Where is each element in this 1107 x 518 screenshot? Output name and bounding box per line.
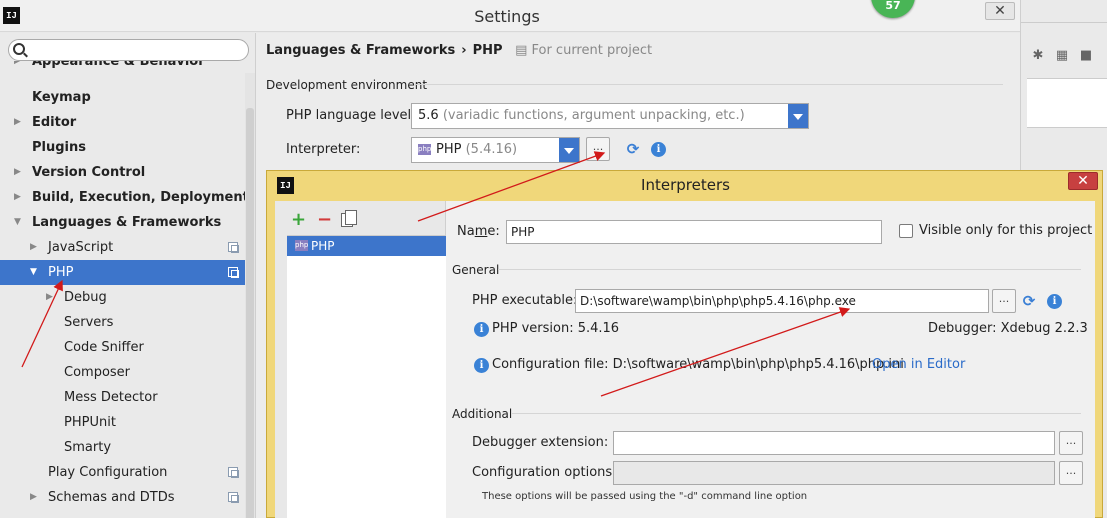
sidebar-item-editor[interactable]: ▶ Editor — [0, 110, 245, 135]
php-language-level-label: PHP language level: — [286, 108, 416, 123]
info-icon[interactable]: i — [651, 142, 666, 157]
info-icon[interactable]: i — [1047, 294, 1062, 309]
interpreter-select[interactable]: php PHP (5.4.16) — [411, 137, 580, 163]
dialog-close-button[interactable]: ✕ — [1068, 172, 1098, 190]
php-executable-label: PHP executable: — [472, 293, 578, 308]
sidebar-item-appearance[interactable]: ▶ Appearance & Behavior — [0, 61, 245, 74]
sidebar-item-smarty[interactable]: Smarty — [0, 435, 245, 460]
php-language-level-select[interactable]: 5.6 (variadic functions, argument unpack… — [411, 103, 809, 129]
executable-browse-button[interactable]: ... — [992, 289, 1016, 313]
sidebar-item-javascript[interactable]: ▶ JavaScript — [0, 235, 245, 260]
php-version-text: PHP version: 5.4.16 — [492, 321, 620, 336]
refresh-icon[interactable]: ⟳ — [625, 141, 641, 157]
open-in-editor-link[interactable]: Open in Editor — [872, 357, 965, 372]
interpreters-dialog: IJ Interpreters ✕ + − php PHP Name: PHP V… — [266, 170, 1103, 518]
chevron-right-icon: ▶ — [30, 242, 37, 252]
copy-icon[interactable] — [341, 210, 357, 227]
sidebar-item-plugins[interactable]: Plugins — [0, 135, 245, 160]
chevron-down-icon[interactable] — [559, 138, 579, 162]
php-icon: php — [295, 240, 309, 251]
project-scope-icon — [228, 467, 239, 478]
debugger-extension-input[interactable] — [613, 431, 1055, 455]
info-icon: i — [474, 322, 489, 337]
chevron-down-icon: ▼ — [14, 217, 21, 227]
sidebar-item-php[interactable]: ▼ PHP — [0, 260, 245, 285]
chevron-down-icon: ▼ — [30, 267, 37, 277]
sidebar-item-servers[interactable]: Servers — [0, 310, 245, 335]
sidebar-item-version-control[interactable]: ▶ Version Control — [0, 160, 245, 185]
sidebar-item-composer[interactable]: Composer — [0, 360, 245, 385]
general-section-title: General — [452, 263, 500, 277]
name-label: Name: — [457, 224, 500, 239]
interpreters-dialog-body: + − php PHP Name: PHP Visible only for th… — [275, 201, 1095, 518]
add-icon[interactable]: + — [291, 211, 306, 229]
project-scope-icon — [228, 242, 239, 253]
sidebar-item-code-sniffer[interactable]: Code Sniffer — [0, 335, 245, 360]
bug-icon[interactable]: ✱ — [1031, 49, 1045, 63]
chevron-right-icon: ▶ — [14, 117, 21, 127]
settings-sidebar: ▶ Appearance & Behavior Keymap ▶ Editor Pl… — [0, 33, 256, 518]
stop-icon[interactable]: ■ — [1079, 49, 1093, 63]
additional-section-title: Additional — [452, 407, 513, 421]
interpreter-browse-button[interactable]: ... — [586, 137, 610, 161]
debugger-extension-browse-button[interactable]: ... — [1059, 431, 1083, 455]
visible-only-label: Visible only for this project — [919, 223, 1093, 238]
interpreter-list-panel: + − php PHP — [275, 201, 446, 518]
configuration-options-browse-button[interactable]: ... — [1059, 461, 1083, 485]
settings-tree: ▶ Appearance & Behavior Keymap ▶ Editor Pl… — [0, 61, 245, 518]
sidebar-item-debug[interactable]: ▶ Debug — [0, 285, 245, 310]
debugger-extension-label: Debugger extension: — [472, 435, 609, 450]
interpreter-detail: Name: PHP Visible only for this project … — [446, 201, 1095, 518]
project-scope-icon — [228, 267, 239, 278]
info-icon: i — [474, 358, 489, 373]
settings-titlebar: IJ Settings ✕ — [0, 0, 1020, 32]
interpreter-list: php PHP — [287, 235, 446, 518]
configuration-options-note: These options will be passed using the "… — [482, 491, 808, 502]
chevron-down-icon[interactable] — [788, 104, 808, 128]
configuration-options-input[interactable] — [613, 461, 1055, 485]
chevron-right-icon: ▶ — [14, 192, 21, 202]
chevron-right-icon: ▶ — [30, 492, 37, 502]
configuration-options-label: Configuration options: — [472, 465, 617, 480]
config-file-text: Configuration file: D:\software\wamp\bin… — [492, 357, 904, 372]
remove-icon[interactable]: − — [317, 211, 332, 229]
debugger-version-text: Debugger: Xdebug 2.2.3 — [928, 321, 1088, 336]
interpreter-label: Interpreter: — [286, 142, 361, 157]
project-scope-icon — [228, 492, 239, 503]
sidebar-scrollbar[interactable] — [245, 73, 255, 518]
sidebar-item-schemas[interactable]: ▶ Schemas and DTDs — [0, 485, 245, 510]
php-icon: php — [418, 144, 432, 155]
settings-close-button[interactable]: ✕ — [985, 2, 1015, 20]
debug-settings-icon[interactable]: ▦ — [1055, 49, 1069, 63]
chevron-right-icon: ▶ — [14, 167, 21, 177]
list-item[interactable]: php PHP — [287, 236, 446, 256]
sidebar-item-build[interactable]: ▶ Build, Execution, Deployment — [0, 185, 245, 210]
chevron-right-icon: ▶ — [14, 61, 21, 66]
toolbar-divider-icon: | — [1101, 49, 1107, 63]
php-executable-input[interactable]: D:\software\wamp\bin\php\php5.4.16\php.e… — [575, 289, 989, 313]
breadcrumb: Languages & Frameworks › PHP ▤ For current… — [266, 43, 653, 58]
visible-only-checkbox[interactable] — [899, 224, 913, 238]
settings-search-input[interactable] — [8, 39, 249, 61]
interpreters-dialog-title: Interpreters — [641, 176, 730, 194]
for-current-project-label: ▤ For current project — [515, 43, 653, 58]
search-icon — [13, 43, 25, 55]
sidebar-item-languages[interactable]: ▼ Languages & Frameworks — [0, 210, 245, 235]
sidebar-item-mess-detector[interactable]: Mess Detector — [0, 385, 245, 410]
sidebar-item-play-configuration[interactable]: Play Configuration — [0, 460, 245, 485]
interpreter-name-input[interactable]: PHP — [506, 220, 882, 244]
sidebar-item-phpunit[interactable]: PHPUnit — [0, 410, 245, 435]
refresh-icon[interactable]: ⟳ — [1021, 293, 1037, 309]
sidebar-item-keymap[interactable]: Keymap — [0, 85, 245, 110]
chevron-right-icon: ▶ — [46, 292, 53, 302]
settings-title: Settings — [474, 7, 540, 26]
dev-env-section-title: Development environment — [266, 78, 428, 92]
